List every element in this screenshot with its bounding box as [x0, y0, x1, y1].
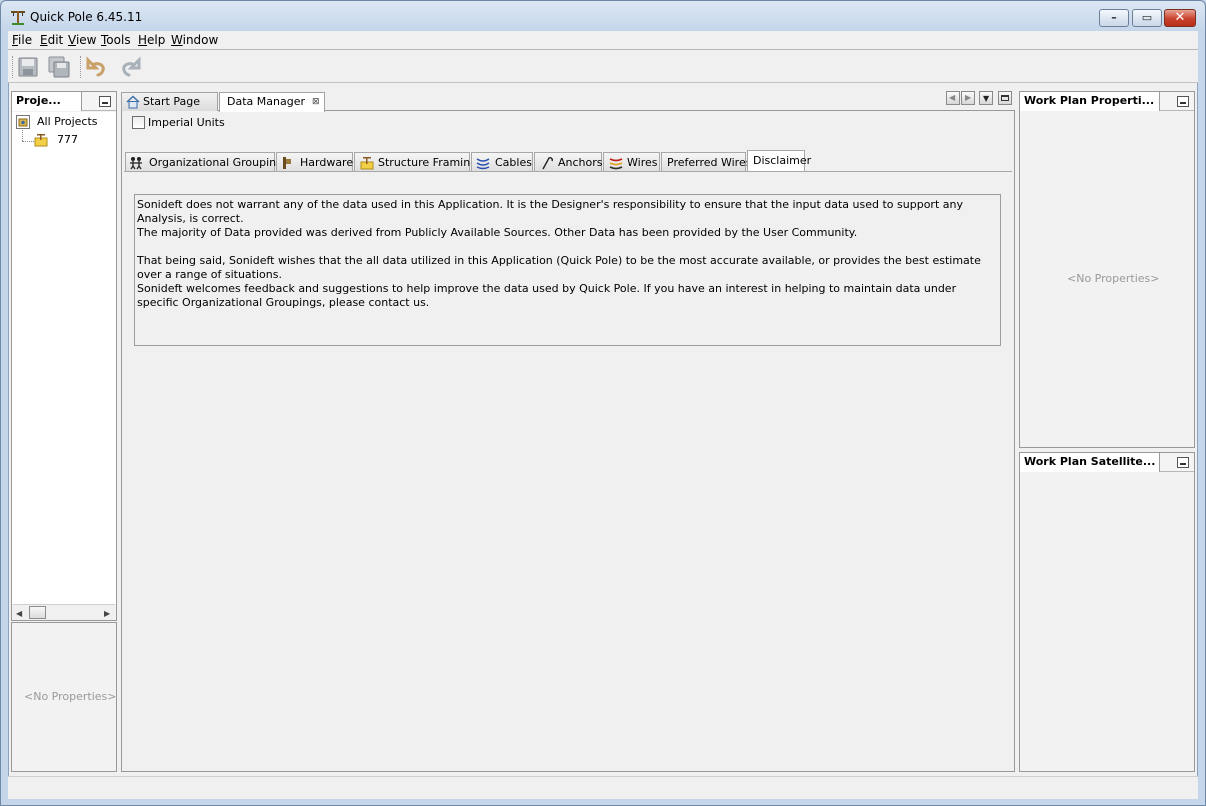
work-plan-properties-title[interactable]: Work Plan Properti... [1020, 92, 1160, 111]
maximize-editor-icon[interactable] [998, 91, 1012, 105]
tree-item-777[interactable]: 777 [57, 133, 78, 146]
menu-tools[interactable]: Tools [101, 33, 131, 47]
toolbar-separator [80, 56, 82, 78]
minimize-panel-icon[interactable] [99, 96, 111, 107]
status-bar [8, 776, 1198, 799]
work-plan-properties-header: Work Plan Properti... [1020, 92, 1194, 111]
subtab-structure-framing-label: Structure Framing [378, 156, 478, 169]
tree-connector [22, 130, 23, 141]
disclaimer-paragraph-4: Sonideft welcomes feedback and suggestio… [137, 282, 957, 309]
subtab-anchors[interactable]: Anchors [534, 152, 603, 172]
minimize-panel-icon[interactable] [1177, 457, 1189, 468]
tree-connector [22, 141, 34, 142]
subtab-hardware-label: Hardware [300, 156, 354, 169]
menu-file[interactable]: File [12, 33, 32, 47]
save-icon[interactable] [16, 55, 40, 79]
subtab-disclaimer-label: Disclaimer [753, 154, 812, 167]
subtab-structure-framing[interactable]: Structure Framing [354, 152, 477, 172]
menu-window[interactable]: Window [171, 33, 218, 47]
projects-panel-header: Proje... [12, 92, 116, 111]
toolbar-grip[interactable] [12, 56, 14, 78]
pole-app-icon [11, 11, 25, 25]
disclaimer-paragraph-1: Sonideft does not warrant any of the dat… [137, 198, 963, 225]
scroll-right-icon[interactable]: ▶ [104, 609, 110, 618]
work-plan-properties-panel [1019, 91, 1195, 448]
tab-start-page[interactable]: Start Page [121, 92, 218, 111]
people-icon [130, 157, 142, 170]
close-button[interactable]: ✕ [1164, 9, 1196, 27]
disclaimer-paragraph-2: The majority of Data provided was derive… [137, 226, 858, 239]
menu-file-label: File [12, 33, 33, 47]
work-plan-satellite-panel [1019, 452, 1195, 772]
subtab-organizational-groupings-label: Organizational Groupings [149, 156, 289, 169]
subtab-hardware[interactable]: Hardware [276, 152, 353, 172]
pole-project-icon [34, 134, 48, 147]
minimize-icon: – [1111, 11, 1117, 24]
menu-help-label: Help [138, 33, 166, 47]
maximize-button[interactable]: ▭ [1132, 9, 1162, 27]
horizontal-scrollbar[interactable]: ◀ ▶ [13, 604, 115, 620]
menu-edit[interactable]: Edit [40, 33, 63, 47]
scroll-tabs-left-icon[interactable]: ◀ [946, 91, 960, 105]
disclaimer-paragraph-3: That being said, Sonideft wishes that th… [137, 254, 981, 281]
scroll-thumb[interactable] [29, 606, 46, 619]
hardware-icon [283, 157, 291, 169]
menu-tools-label: Tools [101, 33, 131, 47]
subtab-organizational-groupings[interactable]: Organizational Groupings [125, 152, 289, 172]
undo-icon[interactable] [86, 55, 110, 79]
redo-icon[interactable] [117, 55, 141, 79]
minimize-panel-icon[interactable] [1177, 96, 1189, 107]
menu-edit-label: Edit [40, 33, 64, 47]
project-tree[interactable] [12, 112, 116, 604]
menu-window-label: Window [171, 33, 219, 47]
subtab-cables[interactable]: Cables [471, 152, 533, 172]
window-title: Quick Pole 6.45.11 [30, 10, 143, 24]
menu-view[interactable]: View [68, 33, 96, 47]
anchor-icon [542, 157, 553, 170]
project-no-properties: <No Properties> [24, 690, 117, 703]
wires-icon [609, 158, 623, 170]
minimize-button[interactable]: – [1099, 9, 1129, 27]
scroll-left-icon[interactable]: ◀ [16, 609, 22, 618]
framing-icon [360, 157, 374, 170]
home-icon [126, 95, 140, 109]
subtab-disclaimer[interactable]: Disclaimer [747, 150, 811, 172]
work-plan-no-properties: <No Properties> [1067, 272, 1160, 285]
tab-data-manager[interactable]: Data Manager ⊠ [219, 92, 325, 112]
maximize-icon: ▭ [1141, 11, 1153, 24]
scroll-tabs-right-icon[interactable]: ▶ [961, 91, 975, 105]
subtab-preferred-wires[interactable]: Preferred Wires [661, 152, 751, 172]
work-plan-satellite-title[interactable]: Work Plan Satellite... [1020, 453, 1160, 472]
imperial-units-label: Imperial Units [148, 116, 225, 129]
toolbar [8, 50, 1198, 83]
imperial-units-checkbox[interactable] [132, 116, 145, 129]
work-plan-satellite-header: Work Plan Satellite... [1020, 453, 1194, 472]
subtab-cables-label: Cables [495, 156, 532, 169]
projects-panel-title[interactable]: Proje... [12, 92, 82, 111]
subtab-preferred-wires-label: Preferred Wires [667, 156, 752, 169]
close-tab-icon[interactable]: ⊠ [312, 93, 320, 111]
cables-icon [476, 158, 490, 170]
menu-help[interactable]: Help [138, 33, 165, 47]
save-all-icon[interactable] [47, 55, 71, 79]
subtab-baseline [124, 171, 1012, 172]
tab-list-dropdown-icon[interactable]: ▼ [979, 91, 993, 105]
menu-bar: File Edit View Tools Help Window [8, 31, 1198, 49]
subtab-wires-label: Wires [627, 156, 658, 169]
tab-data-manager-label: Data Manager [227, 95, 305, 108]
projects-folder-icon [16, 115, 30, 129]
close-icon: ✕ [1174, 10, 1186, 25]
subtab-anchors-label: Anchors [558, 156, 603, 169]
tree-item-all-projects[interactable]: All Projects [37, 115, 98, 128]
menu-view-label: View [68, 33, 97, 47]
subtab-wires[interactable]: Wires [603, 152, 660, 172]
tab-start-page-label: Start Page [143, 95, 200, 108]
title-bar[interactable]: Quick Pole 6.45.11 – ▭ ✕ [0, 0, 1206, 32]
